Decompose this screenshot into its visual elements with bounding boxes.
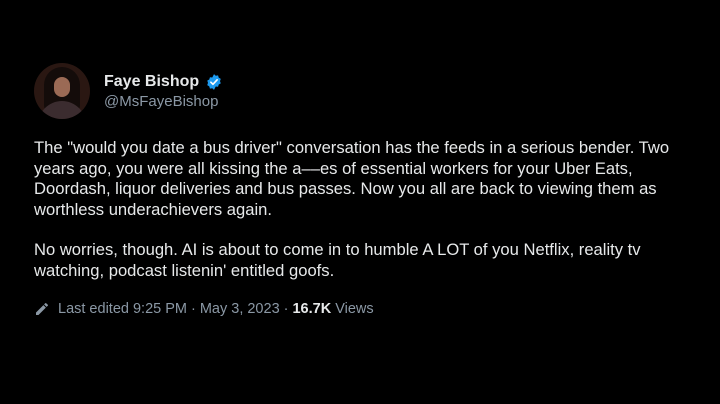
- tweet-header: Faye Bishop @MsFayeBishop: [34, 60, 694, 122]
- tweet-card: Faye Bishop @MsFayeBishop The "would you…: [34, 60, 694, 317]
- meta-separator: ·: [283, 301, 289, 317]
- tweet-meta: Last edited 9:25 PM · May 3, 2023 · 16.7…: [34, 301, 694, 317]
- tweet-text: The "would you date a bus driver" conver…: [34, 138, 694, 281]
- name-row: Faye Bishop: [104, 73, 223, 91]
- meta-separator: ·: [190, 301, 196, 317]
- edited-time-link[interactable]: Last edited 9:25 PM: [58, 301, 187, 317]
- tweet-paragraph: No worries, though. AI is about to come …: [34, 240, 641, 280]
- author-names: Faye Bishop @MsFayeBishop: [104, 73, 223, 110]
- avatar-face: [54, 77, 70, 97]
- author-display-name[interactable]: Faye Bishop: [104, 73, 199, 91]
- pencil-icon: [36, 303, 48, 315]
- tweet-paragraph: The "would you date a bus driver" conver…: [34, 138, 670, 219]
- avatar[interactable]: [34, 63, 90, 119]
- views-label: Views: [335, 301, 374, 317]
- tweet-date[interactable]: May 3, 2023: [200, 301, 280, 317]
- views-count: 16.7K: [292, 301, 332, 317]
- author-handle[interactable]: @MsFayeBishop: [104, 93, 223, 110]
- screenshot-canvas: Faye Bishop @MsFayeBishop The "would you…: [0, 0, 720, 404]
- verified-badge-icon: [207, 73, 221, 90]
